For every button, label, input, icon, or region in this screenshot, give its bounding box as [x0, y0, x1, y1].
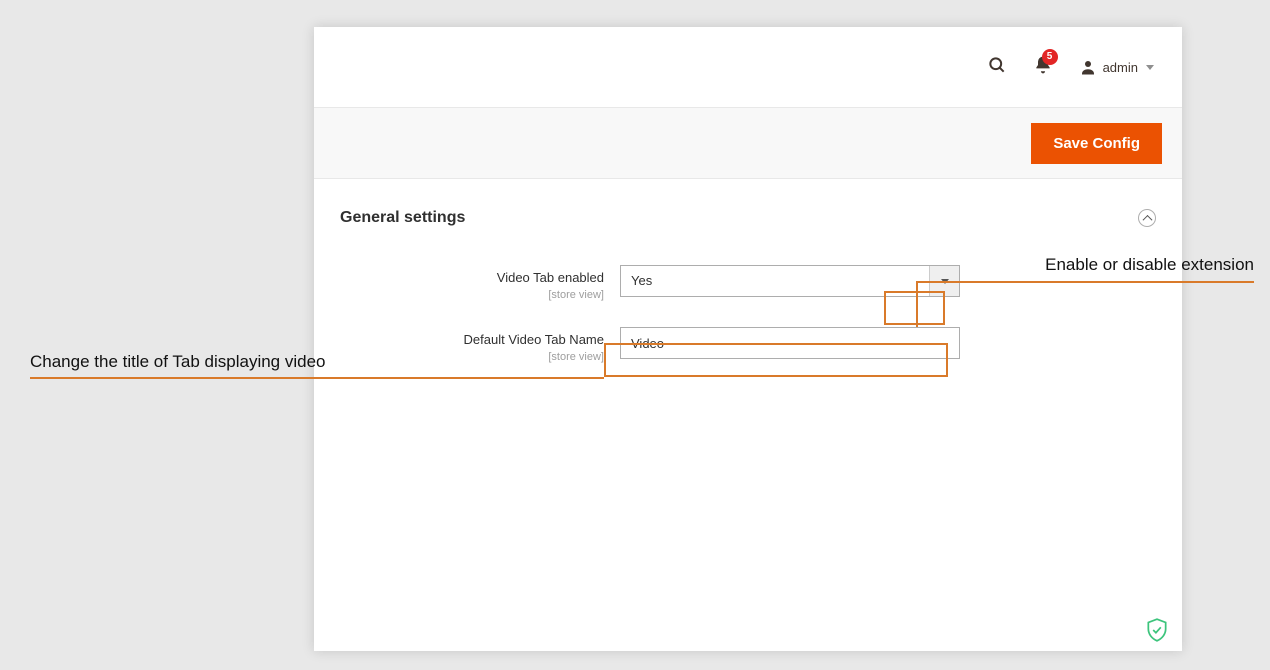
chevron-down-icon — [1146, 65, 1154, 70]
user-menu[interactable]: admin — [1079, 58, 1154, 76]
video-tab-enabled-select[interactable]: Yes — [620, 265, 960, 297]
default-video-tab-name-input[interactable] — [620, 327, 960, 359]
notifications-icon[interactable]: 5 — [1033, 55, 1053, 80]
section-title: General settings — [340, 209, 465, 227]
admin-panel: 5 admin Save Config General settings Vid… — [314, 27, 1182, 651]
save-config-button[interactable]: Save Config — [1031, 123, 1162, 164]
field-scope: [store view] — [340, 289, 604, 301]
username-label: admin — [1103, 60, 1138, 75]
field-label: Video Tab enabled — [497, 270, 604, 285]
topbar: 5 admin — [314, 27, 1182, 107]
field-scope: [store view] — [340, 351, 604, 363]
select-value: Yes — [621, 266, 929, 296]
field-video-tab-enabled: Video Tab enabled [store view] Yes — [340, 265, 1156, 301]
annotation-line — [916, 281, 918, 327]
user-icon — [1079, 58, 1097, 76]
notification-badge: 5 — [1042, 49, 1058, 65]
shield-check-icon — [1144, 617, 1170, 643]
annotation-line — [916, 281, 1254, 283]
field-default-video-tab-name: Default Video Tab Name [store view] — [340, 327, 1156, 363]
annotation-change-title: Change the title of Tab displaying video — [30, 352, 326, 372]
annotation-enable-disable: Enable or disable extension — [1045, 255, 1254, 275]
field-label: Default Video Tab Name — [464, 332, 604, 347]
annotation-line — [30, 377, 604, 379]
collapse-icon[interactable] — [1138, 209, 1156, 227]
action-bar: Save Config — [314, 107, 1182, 179]
search-icon[interactable] — [987, 55, 1007, 80]
